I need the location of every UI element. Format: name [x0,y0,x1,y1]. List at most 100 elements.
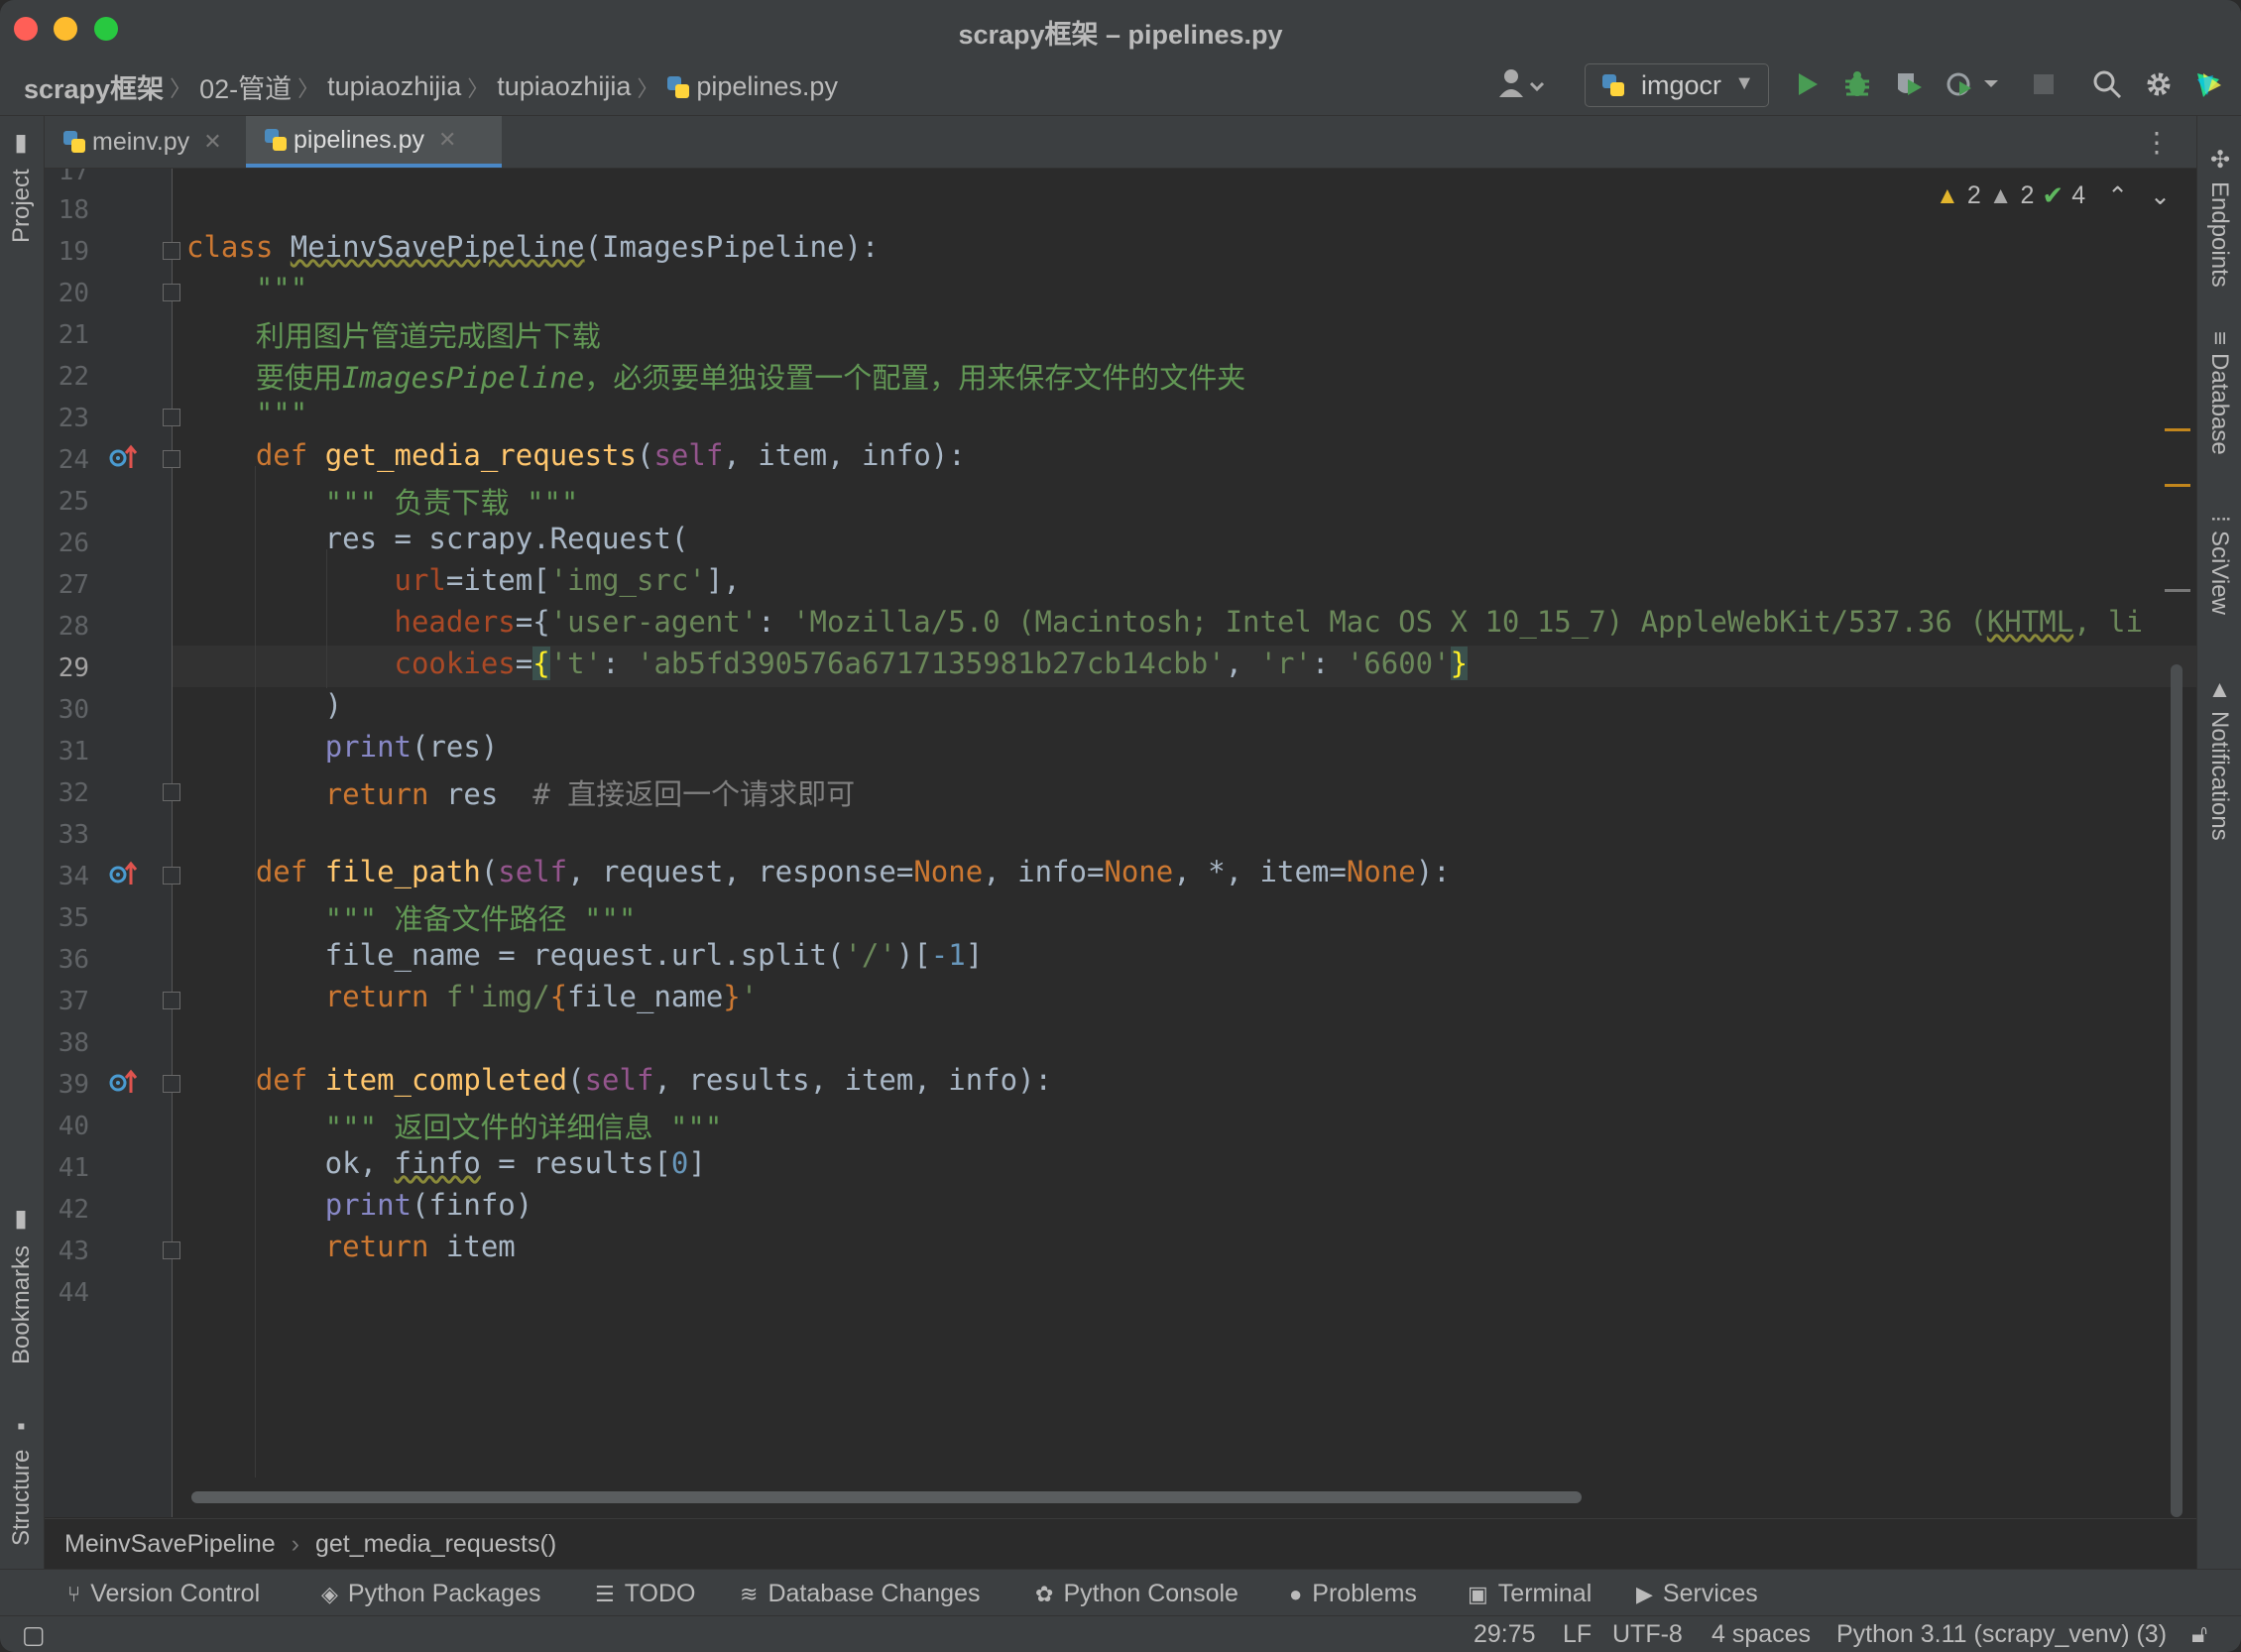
code-line: ok, finfo = results[0] [186,1146,706,1180]
fold-marker[interactable] [163,1241,180,1259]
code-line: ) [186,688,343,722]
tab-meinv[interactable]: meinv.py ✕ [62,116,251,168]
project-tool-tab[interactable]: Project ▮ [0,128,44,247]
docstring-ref: ImagesPipeline [341,361,585,395]
code-text: (ImagesPipeline): [584,230,880,264]
overrides-method-icon[interactable] [109,442,139,472]
debug-button[interactable] [1840,67,1874,101]
problems-button[interactable]: ● Problems [1289,1580,1417,1608]
breadcrumb-folder[interactable]: tupiaozhijia [497,71,631,102]
run-configuration-select[interactable]: imgocr ▼ [1585,63,1769,107]
python-console-button[interactable]: ✿ Python Console [1035,1580,1238,1608]
code-text: ], [705,563,741,597]
fold-marker[interactable] [163,867,180,885]
error-stripe-mark[interactable] [2165,428,2190,431]
code-text-typo: finfo [394,1146,481,1180]
fold-marker[interactable] [163,783,180,801]
line-separator[interactable]: LF [1563,1620,1592,1649]
indent-setting[interactable]: 4 spaces [1711,1620,1811,1649]
warning-count: 2 [1966,181,1981,209]
breadcrumb-file[interactable]: pipelines.py [696,71,838,102]
fold-marker[interactable] [163,409,180,426]
user-account-icon[interactable] [1497,67,1547,101]
line-number: 28 [58,612,89,642]
chevron-down-icon[interactable] [1979,67,2003,101]
breadcrumb-project[interactable]: scrapy框架 [24,67,164,106]
ide-window: scrapy框架 – pipelines.py scrapy框架 〉 02-管道… [0,0,2241,1652]
code-line: 利用图片管道完成图片下载 [186,319,601,353]
database-changes-button[interactable]: ≋ Database Changes [740,1580,980,1608]
vertical-scrollbar[interactable] [2171,664,2182,1517]
run-with-coverage-button[interactable] [1892,67,1926,101]
close-icon[interactable]: ✕ [438,127,456,153]
breadcrumb-folder[interactable]: 02-管道 [199,67,292,106]
line-number: 27 [58,570,89,600]
title-bar: scrapy框架 – pipelines.py [0,0,2241,54]
toggle-tool-windows-icon[interactable]: ▢ [22,1620,46,1650]
string: 'Mozilla/5.0 (Macintosh; Intel Mac OS X … [792,605,1987,639]
caret-position[interactable]: 29:75 [1474,1620,1536,1649]
tab-pipelines[interactable]: pipelines.py ✕ [246,116,502,168]
database-tool-tab[interactable]: ≡ Database [2197,318,2241,467]
version-control-button[interactable]: ⑂ Version Control [67,1580,260,1608]
close-icon[interactable]: ✕ [203,129,221,155]
more-vertical-icon[interactable]: ⋮ [2143,126,2171,159]
run-button[interactable] [1791,67,1825,101]
sciview-tool-tab[interactable]: ⁞ SciView [2197,501,2241,630]
string: '/' [844,938,896,972]
python-interpreter[interactable]: Python 3.11 (scrapy_venv) (3) [1836,1620,2167,1649]
navigation-bar: scrapy框架 〉 02-管道 〉 tupiaozhijia 〉 tupiao… [0,54,2241,116]
fold-marker[interactable] [163,242,180,260]
python-packages-button[interactable]: ◈ Python Packages [321,1580,541,1608]
services-button[interactable]: ▶ Services [1636,1580,1758,1608]
stop-button[interactable] [2027,67,2061,101]
profile-button[interactable] [1944,67,1977,101]
todo-button[interactable]: ☰ TODO [595,1580,696,1608]
fold-marker[interactable] [163,1075,180,1093]
builtin: print [324,1188,412,1222]
keyword: None [1346,855,1416,888]
breadcrumb-folder[interactable]: tupiaozhijia [327,71,461,102]
fold-marker[interactable] [163,992,180,1009]
check-icon: ✔ [2042,180,2064,210]
chevron-up-icon[interactable]: ⌃ [2107,181,2128,211]
layers-icon: ◈ [321,1581,338,1606]
fold-marker[interactable] [163,450,180,468]
gear-icon[interactable] [2142,67,2176,101]
structure-tool-tab[interactable]: Structure ▪ [0,1405,44,1554]
todo-label: TODO [624,1580,696,1607]
code-text: , results, item, info): [653,1063,1053,1097]
file-encoding[interactable]: UTF-8 [1612,1620,1683,1649]
jetbrains-logo-icon[interactable] [2191,67,2225,101]
line-number: 24 [58,445,89,475]
code-content: 18 19 20 21 22 23 24 25 26 27 28 29 30 3… [45,169,2196,1517]
line-number: 41 [58,1153,89,1183]
chevron-down-icon[interactable]: ⌄ [2150,181,2171,211]
string: , li [2073,605,2143,639]
notifications-tool-tab[interactable]: ▲ Notifications [2197,669,2241,848]
endpoints-tool-tab[interactable]: ✣ Endpoints [2197,132,2241,300]
search-icon[interactable] [2090,67,2124,101]
error-stripe-mark[interactable] [2165,589,2190,592]
tab-label: pipelines.py [294,125,425,154]
code-line: def item_completed(self, results, item, … [186,1063,1052,1097]
terminal-button[interactable]: ▣ Terminal [1468,1580,1592,1608]
horizontal-scrollbar[interactable] [191,1491,1582,1503]
bookmarks-tool-tab[interactable]: Bookmarks ▮ [0,1197,44,1375]
inspection-widget[interactable]: ▲ 2 ▲ 2 ✔ 4 ⌃ ⌄ [1928,180,2171,211]
error-stripe-mark[interactable] [2165,484,2190,487]
fstring: ' [740,980,759,1013]
lock-icon[interactable]: 🔓︎ [2191,1620,2207,1649]
structure-tool-label: Structure [8,1449,35,1547]
breadcrumb-method[interactable]: get_media_requests() [315,1530,556,1559]
code-text: )[ [895,938,931,972]
chevron-right-icon: 〉 [467,75,490,101]
code-editor[interactable]: 17 18 19 20 21 22 23 24 25 26 27 28 29 3… [45,169,2196,1517]
breadcrumb-class[interactable]: MeinvSavePipeline [64,1530,276,1559]
line-number: 18 [58,195,89,225]
overrides-method-icon[interactable] [109,1067,139,1097]
fold-marker[interactable] [163,284,180,301]
overrides-method-icon[interactable] [109,859,139,888]
database-icon: ≋ [740,1581,759,1606]
